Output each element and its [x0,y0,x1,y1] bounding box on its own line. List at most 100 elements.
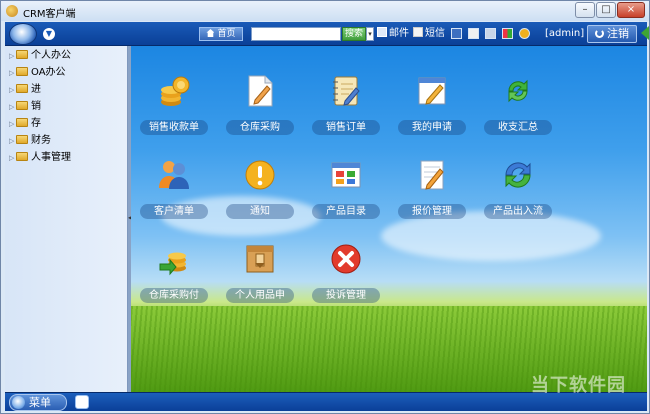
chart-icon[interactable] [502,28,513,39]
tile-my-application[interactable]: 我的申请 [395,74,469,146]
close-button[interactable]: × [617,2,645,18]
sidebar-item-label: 个人办公 [31,50,71,61]
tile-sales-receipt[interactable]: 销售收款单 [137,74,211,146]
coins-icon [161,76,190,106]
sidebar-item-label: OA办公 [31,67,66,78]
expand-icon: ▷ [9,120,15,128]
start-orb-icon[interactable] [9,23,37,45]
mail-button[interactable]: 邮件 [377,27,409,41]
cardboard-box-icon [246,245,274,273]
sidebar-item-oa-office[interactable]: ▷ OA办公 [9,65,66,81]
maximize-button[interactable]: □ [596,2,616,18]
gear-icon[interactable] [519,28,530,39]
sidebar-item-label: 销 [31,101,41,112]
tile-income-expense-summary[interactable]: 收支汇总 [481,74,555,146]
current-user: [admin] [545,28,585,39]
speaker-icon[interactable] [451,28,462,39]
search-button[interactable]: 搜索 [342,27,366,41]
search-input[interactable] [251,27,341,41]
search-dropdown[interactable]: ▾ [366,27,374,41]
sidebar-item-sales[interactable]: ▷ 销 [9,99,41,115]
home-icon [206,29,215,37]
users-icon [159,161,189,189]
tile-warehouse-purchase-payment[interactable]: 仓库采购付 [137,242,211,314]
tile-label: 客户清单 [140,204,208,219]
tile-label: 产品目录 [312,204,380,219]
mail-label: 邮件 [389,28,409,39]
tile-label: 仓库采购付 [140,288,208,303]
folder-icon [16,135,28,144]
folder-icon [16,50,28,59]
list-icon[interactable] [485,28,496,39]
tile-label: 产品出入流 [484,204,552,219]
document-pen-icon [248,75,273,107]
folder-icon [16,84,28,93]
expand-icon: ▷ [9,52,15,60]
tile-label: 通知 [226,204,294,219]
sms-button[interactable]: 短信 [413,27,445,41]
logout-button[interactable]: 注销 [587,25,637,43]
minimize-button[interactable]: – [575,2,595,18]
menu-label: 菜单 [29,396,51,409]
tile-label: 投诉管理 [312,288,380,303]
tile-label: 仓库采购 [226,120,294,135]
tile-label: 收支汇总 [484,120,552,135]
desktop-area: 销售收款单 仓库采购 销售订单 我的申请 收支汇总 客户清单 通知 产品目录 报… [131,46,647,392]
document-icon[interactable] [468,28,479,39]
sidebar-item-purchase[interactable]: ▷ 进 [9,82,41,98]
logout-label: 注销 [607,27,629,40]
folder-icon [16,67,28,76]
tile-label: 销售收款单 [140,120,208,135]
notepad-pencil-icon [418,77,446,105]
folder-icon [16,152,28,161]
sidebar-tree: ▷ 个人办公 ▷ OA办公 ▷ 进 ▷ 销 ▷ 存 ▷ 财务 ▷ 人事管理 [5,46,128,392]
home-button[interactable]: 首页 [199,27,243,41]
sidebar-item-personal-office[interactable]: ▷ 个人办公 [9,48,71,64]
tile-notice[interactable]: 通知 [223,158,297,230]
mail-icon [377,27,387,37]
tile-label: 报价管理 [398,204,466,219]
power-icon [595,29,604,38]
tile-customer-list[interactable]: 客户清单 [137,158,211,230]
close-circle-icon [331,244,361,274]
tile-product-catalog[interactable]: 产品目录 [309,158,383,230]
tile-personal-supplies[interactable]: 个人用品申 [223,242,297,314]
watermark: 当下软件园 [531,375,626,396]
notebook-pen-icon [333,76,360,106]
expand-icon: ▷ [9,86,15,94]
orb-dropdown-icon[interactable]: ▼ [43,28,55,40]
title-bar: CRM客户端 – □ × [1,1,649,21]
tile-sales-order[interactable]: 销售订单 [309,74,383,146]
sms-icon [413,27,423,37]
expand-icon: ▷ [9,103,15,111]
sidebar-item-label: 存 [31,118,41,129]
window-title: CRM客户端 [23,9,76,20]
folder-icon [16,101,28,110]
tile-complaint-management[interactable]: 投诉管理 [309,242,383,314]
coin-stack-arrow-icon [159,252,186,276]
sidebar-item-label: 人事管理 [31,152,71,163]
alert-icon [245,160,275,190]
collapse-arrow-icon[interactable] [641,26,649,40]
sms-label: 短信 [425,28,445,39]
tile-quote-management[interactable]: 报价管理 [395,158,469,230]
expand-icon: ▷ [9,137,15,145]
sidebar-item-label: 财务 [31,135,51,146]
sidebar-item-finance[interactable]: ▷ 财务 [9,133,51,149]
folder-icon [16,118,28,127]
catalog-window-icon [331,162,361,188]
sidebar-item-inventory[interactable]: ▷ 存 [9,116,41,132]
expand-icon: ▷ [9,69,15,77]
tile-label: 我的申请 [398,120,466,135]
sidebar-item-hr[interactable]: ▷ 人事管理 [9,150,71,166]
menu-button[interactable]: 菜单 [9,394,67,411]
expand-icon: ▷ [9,154,15,162]
app-logo-icon [6,5,18,17]
tile-label: 销售订单 [312,120,380,135]
tile-product-flow[interactable]: 产品出入流 [481,158,555,230]
quick-launch-icon[interactable] [75,395,89,409]
tile-warehouse-purchase[interactable]: 仓库采购 [223,74,297,146]
refresh-arrows-icon [508,79,528,103]
top-toolbar: ▼ 首页 搜索 ▾ 邮件 短信 [admin] 注销 [5,22,649,46]
home-label: 首页 [217,29,236,39]
